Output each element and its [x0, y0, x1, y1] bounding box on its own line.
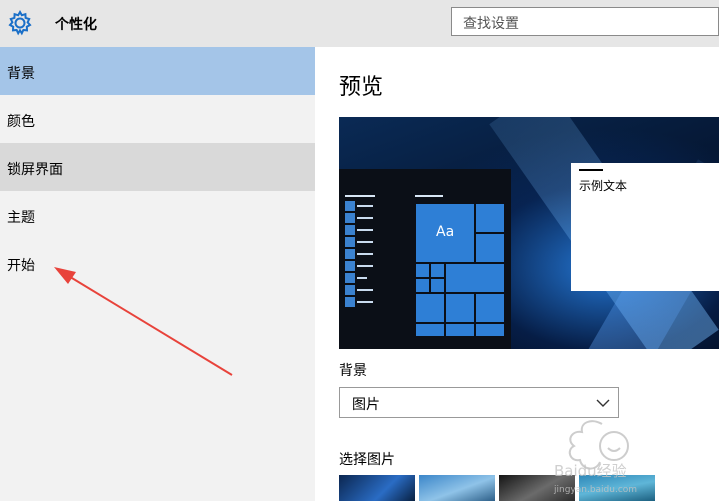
sidebar-item-label: 颜色 — [7, 114, 35, 130]
app-icon — [345, 249, 355, 259]
live-tile — [430, 263, 445, 278]
app-label-bar — [357, 229, 373, 231]
live-tile — [475, 323, 505, 337]
picture-thumbnail[interactable] — [419, 475, 495, 501]
desktop-preview: Aa 示例文本 — [339, 117, 719, 349]
start-menu-line — [415, 195, 443, 197]
background-type-dropdown[interactable]: 图片 — [339, 387, 619, 418]
sidebar-item-lock-screen[interactable]: 锁屏界面 — [0, 143, 315, 191]
app-icon — [345, 213, 355, 223]
search-input[interactable]: 查找设置 — [451, 7, 719, 36]
app-label-bar — [357, 301, 373, 303]
picture-thumbnail[interactable] — [579, 475, 655, 501]
app-label-bar — [357, 277, 367, 279]
live-tile — [415, 323, 445, 337]
start-menu-preview: Aa — [339, 169, 511, 349]
live-tile — [445, 293, 475, 323]
app-label-bar — [357, 205, 373, 207]
live-tile — [415, 293, 445, 323]
title-bar: 个性化 查找设置 — [0, 0, 719, 47]
sidebar: 背景 颜色 锁屏界面 主题 开始 — [0, 47, 315, 501]
sidebar-item-themes[interactable]: 主题 — [0, 191, 315, 239]
sample-window: 示例文本 — [571, 163, 719, 291]
sidebar-item-start[interactable]: 开始 — [0, 239, 315, 287]
main-content: 预览 Aa 示例文本 背景 图片 选择图片 — [315, 47, 719, 501]
live-tile — [415, 278, 430, 293]
app-icon — [345, 225, 355, 235]
live-tile — [445, 263, 505, 293]
live-tile — [475, 203, 505, 233]
picture-thumbnail[interactable] — [339, 475, 415, 501]
live-tile: Aa — [415, 203, 475, 263]
sample-text: 示例文本 — [579, 179, 628, 193]
app-icon — [345, 285, 355, 295]
sidebar-item-label: 锁屏界面 — [7, 162, 63, 178]
search-placeholder: 查找设置 — [463, 16, 519, 32]
sidebar-item-label: 背景 — [7, 66, 35, 82]
picture-thumbnail[interactable] — [499, 475, 575, 501]
app-icon — [345, 237, 355, 247]
app-label-bar — [357, 289, 373, 291]
background-label: 背景 — [339, 363, 367, 379]
app-icon — [345, 297, 355, 307]
app-label-bar — [357, 241, 373, 243]
page-title: 个性化 — [55, 17, 97, 33]
live-tile — [430, 278, 445, 293]
live-tile — [475, 293, 505, 323]
sidebar-item-colors[interactable]: 颜色 — [0, 95, 315, 143]
choose-picture-label: 选择图片 — [339, 452, 395, 468]
tile-label: Aa — [436, 224, 455, 240]
app-label-bar — [357, 217, 373, 219]
chevron-down-icon — [596, 399, 610, 407]
start-menu-line — [345, 195, 375, 197]
app-icon — [345, 261, 355, 271]
live-tile — [445, 323, 475, 337]
sidebar-item-label: 开始 — [7, 258, 35, 274]
app-label-bar — [357, 265, 373, 267]
live-tile — [475, 233, 505, 263]
app-label-bar — [357, 253, 373, 255]
sidebar-item-background[interactable]: 背景 — [0, 47, 315, 95]
sample-window-bar — [579, 169, 603, 171]
preview-heading: 预览 — [339, 75, 384, 100]
gear-icon[interactable] — [6, 9, 34, 37]
sidebar-item-label: 主题 — [7, 210, 35, 226]
app-icon — [345, 273, 355, 283]
dropdown-value: 图片 — [352, 397, 380, 413]
app-icon — [345, 201, 355, 211]
live-tile — [415, 263, 430, 278]
